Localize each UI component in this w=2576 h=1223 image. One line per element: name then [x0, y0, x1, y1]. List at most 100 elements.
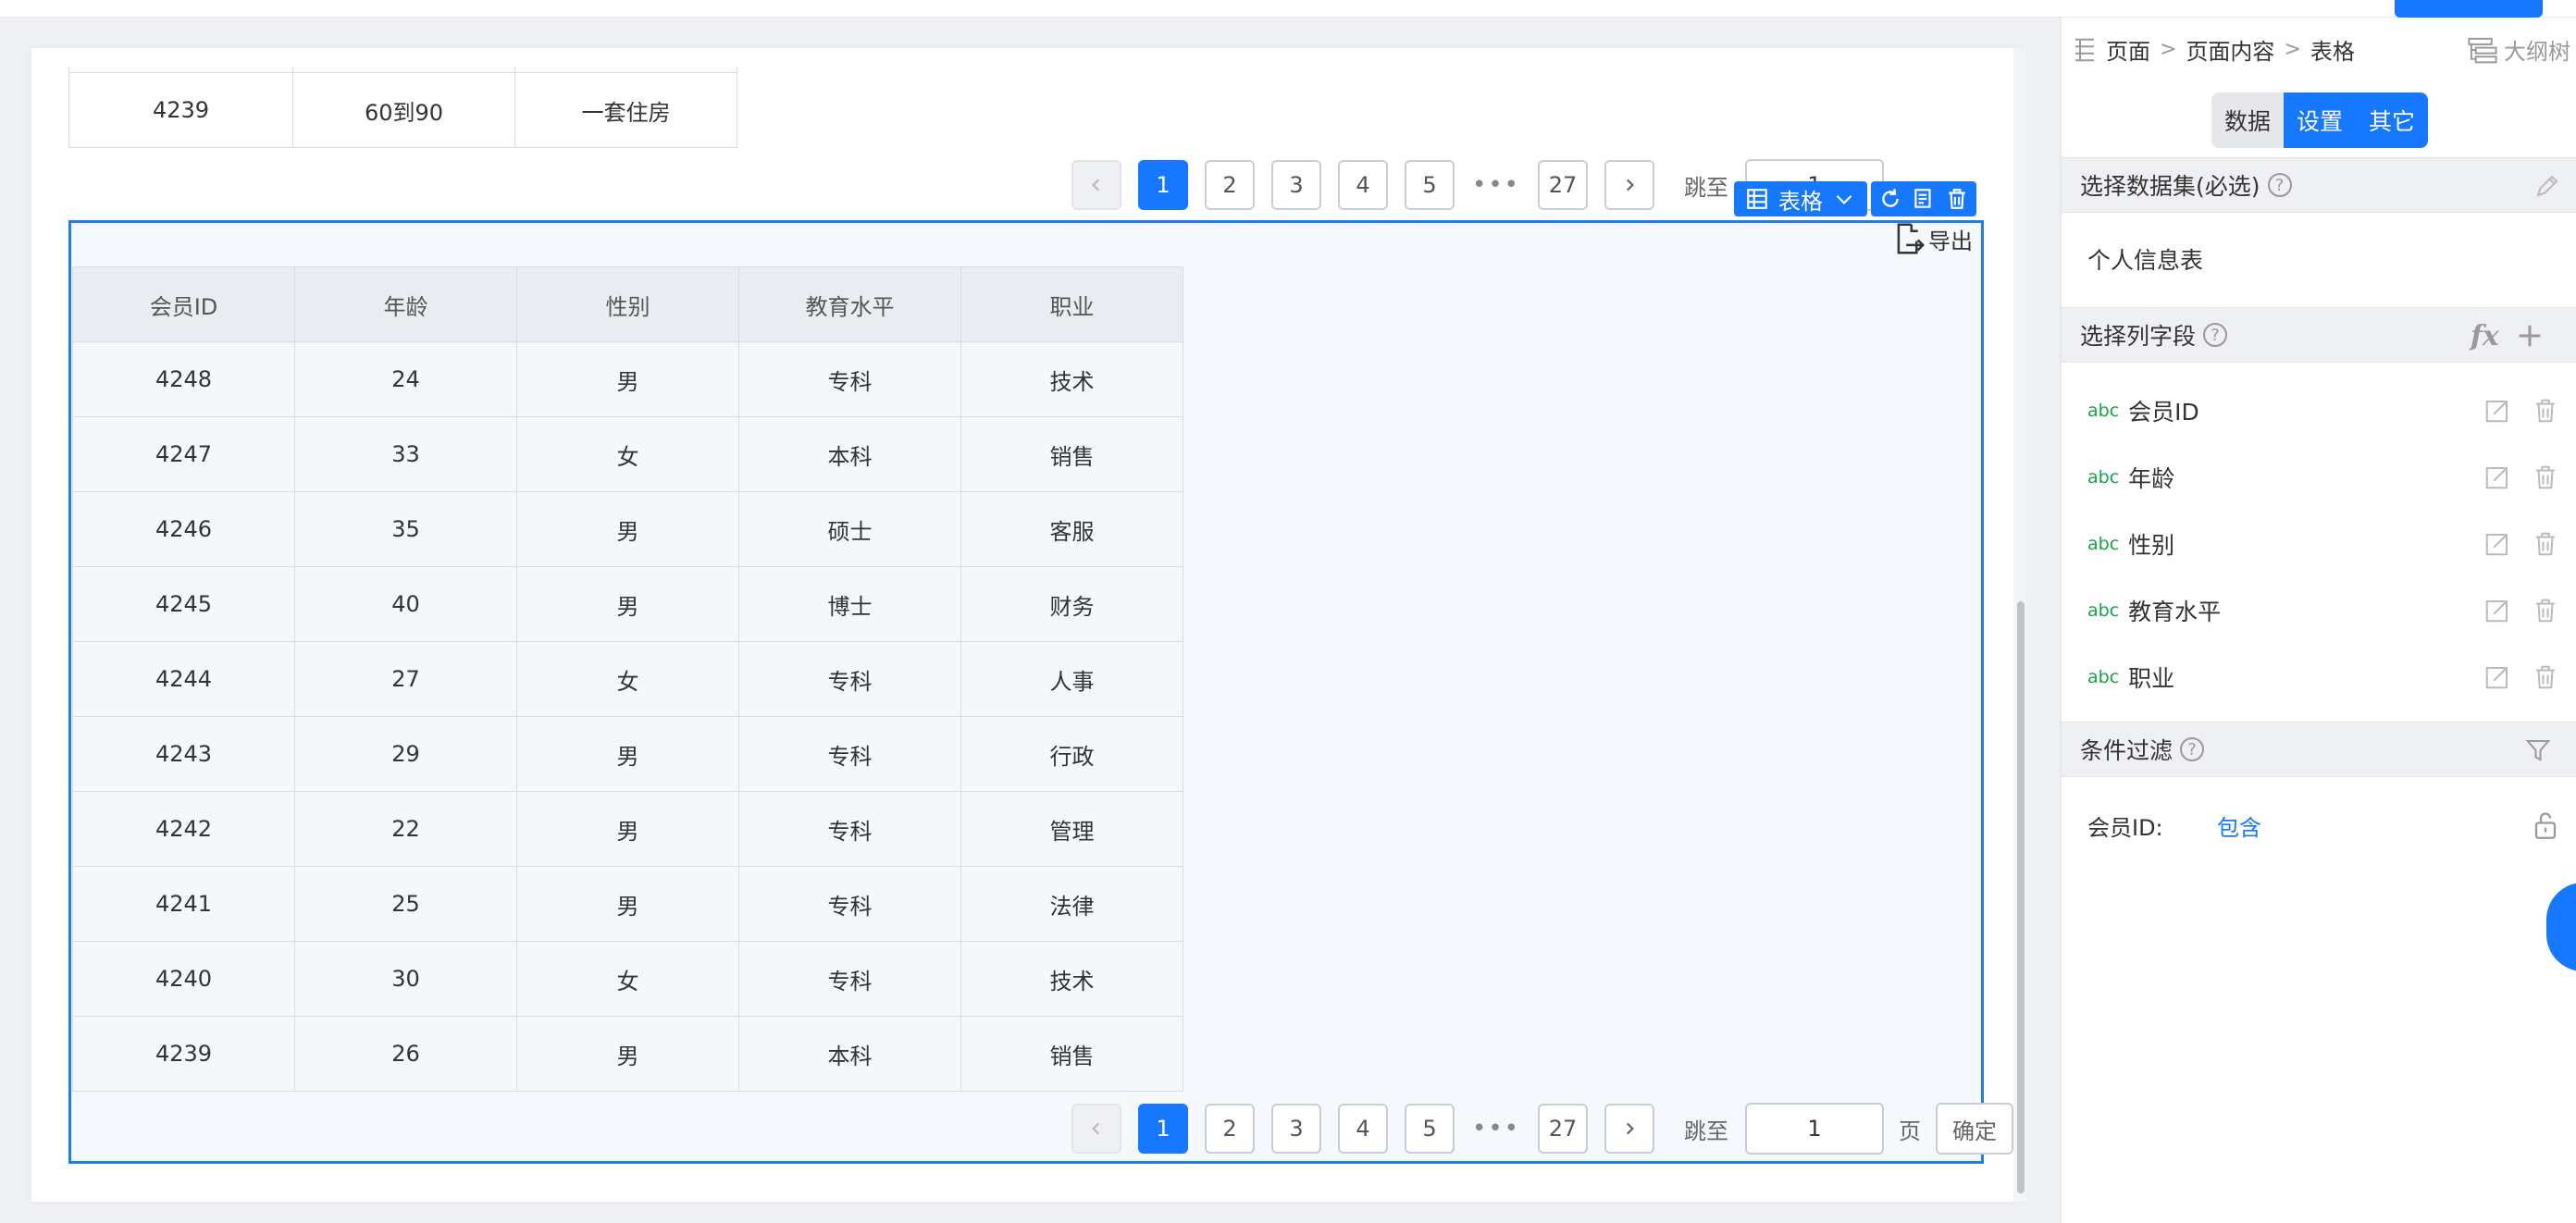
page-5-button[interactable]: 5 — [1405, 1104, 1455, 1154]
dataset-section-header: 选择数据集(必选) ? — [2062, 157, 2576, 213]
prev-page-button[interactable] — [1071, 160, 1121, 210]
help-icon[interactable]: ? — [2203, 323, 2228, 347]
field-item[interactable]: abc 会员ID — [2087, 392, 2559, 429]
field-item[interactable]: abc 教育水平 — [2087, 592, 2559, 629]
next-page-button[interactable] — [1604, 160, 1654, 210]
jump-page-input[interactable] — [1745, 1103, 1884, 1155]
outline-tree-button[interactable]: 大纲树 — [2467, 33, 2570, 66]
breadcrumb-separator: > — [2160, 38, 2177, 61]
page-ellipsis[interactable]: ••• — [1471, 160, 1521, 210]
component-actions — [1871, 181, 1976, 216]
tab-other[interactable]: 其它 — [2356, 93, 2429, 148]
filter-condition[interactable]: 会员ID: 包含 — [2087, 807, 2559, 844]
previous-table-fragment: 4239 60到90 一套住房 — [68, 67, 737, 148]
jump-confirm-button[interactable]: 确定 — [1936, 1103, 2013, 1155]
table-cell: 销售 — [960, 416, 1183, 492]
table-cell: 4246 — [72, 491, 295, 567]
unlock-icon[interactable] — [2532, 809, 2559, 841]
tab-data[interactable]: 数据 — [2211, 93, 2285, 148]
field-item[interactable]: abc 年龄 — [2087, 459, 2559, 496]
table-cell: 男 — [516, 1016, 739, 1092]
component-toolbar: 表格 — [1734, 181, 1976, 216]
chevron-left-icon — [1092, 179, 1100, 191]
table-cell: 男 — [516, 491, 739, 567]
refresh-icon[interactable] — [1878, 187, 1902, 211]
breadcrumb-item[interactable]: 页面内容 — [2186, 33, 2274, 66]
breadcrumb-item[interactable]: 页面 — [2106, 33, 2150, 66]
delete-icon[interactable] — [2532, 396, 2559, 426]
filter-icon[interactable] — [2524, 736, 2552, 764]
table-cell: 35 — [294, 491, 517, 567]
table-cell: 技术 — [960, 341, 1183, 417]
column-header[interactable]: 性别 — [516, 266, 739, 342]
delete-icon[interactable] — [2532, 662, 2559, 692]
edit-pencil-icon[interactable] — [2533, 172, 2561, 200]
formula-icon[interactable]: fx — [2471, 320, 2499, 352]
delete-icon[interactable] — [1945, 187, 1969, 211]
page-1-button[interactable]: 1 — [1138, 1104, 1188, 1154]
pagination-bottom: 1 2 3 4 5 ••• 27 跳至 页 确定 — [1071, 1103, 2013, 1155]
page-5-button[interactable]: 5 — [1405, 160, 1455, 210]
table-cell: 专科 — [738, 791, 961, 867]
add-icon[interactable] — [2516, 322, 2544, 350]
table-cell: 60到90 — [292, 72, 515, 148]
help-icon[interactable]: ? — [2267, 173, 2292, 197]
delete-icon[interactable] — [2532, 463, 2559, 492]
column-header[interactable]: 教育水平 — [738, 266, 961, 342]
page-2-button[interactable]: 2 — [1205, 1104, 1255, 1154]
breadcrumb-item[interactable]: 表格 — [2310, 33, 2355, 66]
edit-icon[interactable] — [2483, 596, 2511, 625]
field-type-tag: abc — [2087, 534, 2120, 554]
edit-icon[interactable] — [2483, 662, 2511, 692]
field-item[interactable]: abc 性别 — [2087, 525, 2559, 562]
canvas-scrollbar-thumb[interactable] — [2017, 601, 2025, 1193]
table-cell: 专科 — [738, 341, 961, 417]
field-item[interactable]: abc 职业 — [2087, 659, 2559, 696]
edit-icon[interactable] — [2483, 463, 2511, 492]
filter-field-label: 会员ID: — [2087, 814, 2163, 841]
page-suffix: 页 — [1899, 1118, 1921, 1144]
column-header[interactable]: 年龄 — [294, 266, 517, 342]
field-name: 性别 — [2128, 532, 2175, 559]
next-page-button[interactable] — [1604, 1104, 1654, 1154]
page-3-button[interactable]: 3 — [1271, 1104, 1321, 1154]
top-action-button[interactable] — [2395, 0, 2543, 18]
table-cell: 4247 — [72, 416, 295, 492]
chevron-left-icon — [1092, 1122, 1100, 1135]
table-cell: 男 — [516, 566, 739, 642]
table-cell: 客服 — [960, 491, 1183, 567]
jump-label: 跳至 — [1684, 1118, 1728, 1144]
help-icon[interactable]: ? — [2180, 737, 2205, 761]
edit-icon[interactable] — [2483, 529, 2511, 559]
page-4-button[interactable]: 4 — [1338, 1104, 1388, 1154]
table-cell: 本科 — [738, 416, 961, 492]
page-last-button[interactable]: 27 — [1538, 1104, 1588, 1154]
column-header[interactable]: 会员ID — [72, 266, 295, 342]
export-button[interactable]: 导出 — [1893, 220, 1973, 257]
copy-icon[interactable] — [1912, 187, 1936, 211]
page-ellipsis[interactable]: ••• — [1471, 1104, 1521, 1154]
filter-operator[interactable]: 包含 — [2217, 809, 2532, 842]
prev-page-button[interactable] — [1071, 1104, 1121, 1154]
section-title: 选择列字段 — [2080, 323, 2197, 350]
table-cell: 4240 — [72, 941, 295, 1017]
dataset-value[interactable]: 个人信息表 — [2087, 242, 2203, 276]
jump-label: 跳至 — [1684, 174, 1728, 201]
delete-icon[interactable] — [2532, 529, 2559, 559]
delete-icon[interactable] — [2532, 596, 2559, 625]
component-type-dropdown[interactable]: 表格 — [1734, 181, 1867, 216]
filter-section-header: 条件过滤 ? — [2062, 722, 2576, 777]
page-3-button[interactable]: 3 — [1271, 160, 1321, 210]
page-2-button[interactable]: 2 — [1205, 160, 1255, 210]
table-cell: 男 — [516, 716, 739, 792]
page-4-button[interactable]: 4 — [1338, 160, 1388, 210]
table-cell: 26 — [294, 1016, 517, 1092]
tab-settings[interactable]: 设置 — [2284, 93, 2357, 148]
page-last-button[interactable]: 27 — [1538, 160, 1588, 210]
edit-icon[interactable] — [2483, 396, 2511, 426]
table-cell: 27 — [294, 641, 517, 717]
table-cell: 29 — [294, 716, 517, 792]
field-type-tag: abc — [2087, 401, 2120, 421]
column-header[interactable]: 职业 — [960, 266, 1183, 342]
page-1-button[interactable]: 1 — [1138, 160, 1188, 210]
